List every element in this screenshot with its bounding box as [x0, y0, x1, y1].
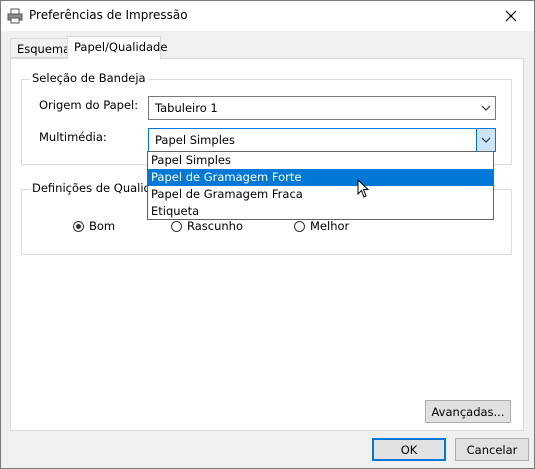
media-option[interactable]: Papel de Gramagem Fraca — [148, 186, 493, 203]
media-label: Multimédia: — [39, 130, 107, 144]
radio-circle — [294, 220, 305, 232]
media-option[interactable]: Etiqueta — [148, 203, 493, 220]
window-title: Preferências de Impressão — [29, 8, 188, 22]
printer-icon — [7, 8, 23, 24]
ok-button[interactable]: OK — [372, 438, 446, 461]
cancel-button[interactable]: Cancelar — [455, 438, 529, 461]
media-dropdown-list: Papel Simples Papel de Gramagem Forte Pa… — [147, 151, 494, 220]
close-button[interactable] — [488, 1, 534, 31]
paper-source-value: Tabuleiro 1 — [155, 101, 218, 115]
media-option[interactable]: Papel Simples — [148, 152, 493, 169]
mouse-pointer-icon — [357, 178, 370, 202]
title-bar: Preferências de Impressão — [1, 1, 534, 31]
radio-label: Bom — [89, 219, 116, 233]
chevron-down-icon — [476, 129, 495, 151]
radio-circle — [171, 220, 182, 232]
media-select[interactable]: Papel Simples — [148, 128, 496, 152]
paper-quality-panel: Seleção de Bandeja Origem do Papel: Tabu… — [10, 58, 524, 431]
radio-label: Melhor — [310, 219, 350, 233]
chevron-down-icon — [477, 97, 495, 119]
advanced-button[interactable]: Avançadas... — [425, 400, 511, 423]
radio-label: Rascunho — [187, 219, 244, 233]
radio-circle — [73, 220, 84, 232]
paper-source-label: Origem do Papel: — [39, 98, 139, 112]
media-value: Papel Simples — [155, 133, 235, 147]
close-icon — [505, 10, 517, 22]
quality-radio-draft[interactable]: Rascunho — [171, 219, 243, 233]
paper-source-select[interactable]: Tabuleiro 1 — [148, 96, 496, 120]
media-option-highlighted[interactable]: Papel de Gramagem Forte — [148, 169, 493, 186]
tab-paper-quality[interactable]: Papel/Qualidade — [67, 36, 167, 59]
quality-radio-best[interactable]: Melhor — [294, 219, 349, 233]
quality-radio-good[interactable]: Bom — [73, 219, 115, 233]
tab-layout[interactable]: Esquema — [10, 38, 70, 58]
print-preferences-window: Preferências de Impressão Esquema Papel/… — [0, 0, 535, 469]
tray-selection-label: Seleção de Bandeja — [30, 71, 148, 85]
